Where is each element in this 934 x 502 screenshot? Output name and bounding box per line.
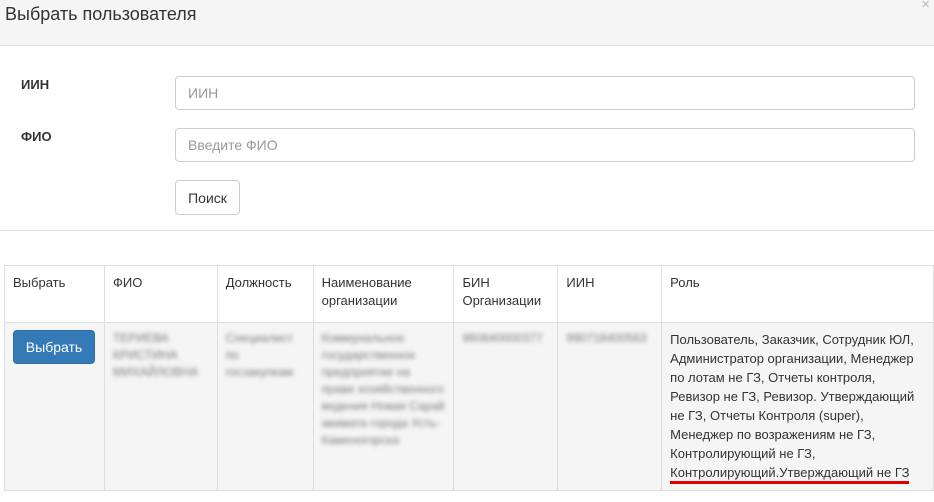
column-header-iin: ИИН	[557, 265, 663, 323]
column-header-fio: ФИО	[103, 265, 218, 323]
cell-position: Специалист по госзакупкам	[216, 322, 314, 491]
column-header-organization: Наименование организации	[312, 265, 455, 323]
modal-header: Выбрать пользователя ×	[0, 0, 934, 46]
iin-label: ИИН	[21, 77, 50, 92]
cell-iin: 990718400563	[557, 322, 663, 491]
role-highlight: Контролирующий.Утверждающий не ГЗ	[670, 465, 910, 484]
fio-label: ФИО	[21, 129, 52, 144]
iin-input[interactable]	[175, 76, 915, 110]
fio-value-redacted: ТЕРИЕВА КРИСТИНА МИХАЙЛОВНА	[112, 331, 199, 379]
select-user-button[interactable]: Выбрать	[13, 330, 95, 364]
role-text: Пользователь, Заказчик, Сотрудник ЮЛ, Ад…	[670, 332, 915, 461]
fio-input[interactable]	[175, 128, 915, 162]
organization-value-redacted: Коммунальное государственное предприятие…	[321, 331, 445, 447]
cell-bin: 960640000377	[453, 322, 559, 491]
divider	[0, 230, 934, 231]
search-button[interactable]: Поиск	[175, 180, 240, 215]
cell-role: Пользователь, Заказчик, Сотрудник ЮЛ, Ад…	[661, 322, 934, 491]
column-header-bin: БИН Организации	[453, 265, 559, 323]
users-table: Выбрать ФИО Должность Наименование орган…	[4, 265, 934, 491]
cell-organization: Коммунальное государственное предприятие…	[312, 322, 455, 491]
cell-fio: ТЕРИЕВА КРИСТИНА МИХАЙЛОВНА	[103, 322, 218, 491]
table-header-row: Выбрать ФИО Должность Наименование орган…	[4, 265, 934, 323]
cell-select: Выбрать	[4, 322, 105, 491]
modal-title: Выбрать пользователя	[5, 4, 197, 24]
iin-value-redacted: 990718400563	[566, 331, 647, 345]
bin-value-redacted: 960640000377	[462, 331, 543, 345]
column-header-role: Роль	[661, 265, 934, 323]
column-header-select: Выбрать	[4, 265, 105, 323]
close-icon[interactable]: ×	[921, 0, 930, 12]
table-row: Выбрать ТЕРИЕВА КРИСТИНА МИХАЙЛОВНА Спец…	[4, 322, 934, 491]
position-value-redacted: Специалист по госзакупкам	[225, 331, 293, 379]
column-header-position: Должность	[216, 265, 314, 323]
